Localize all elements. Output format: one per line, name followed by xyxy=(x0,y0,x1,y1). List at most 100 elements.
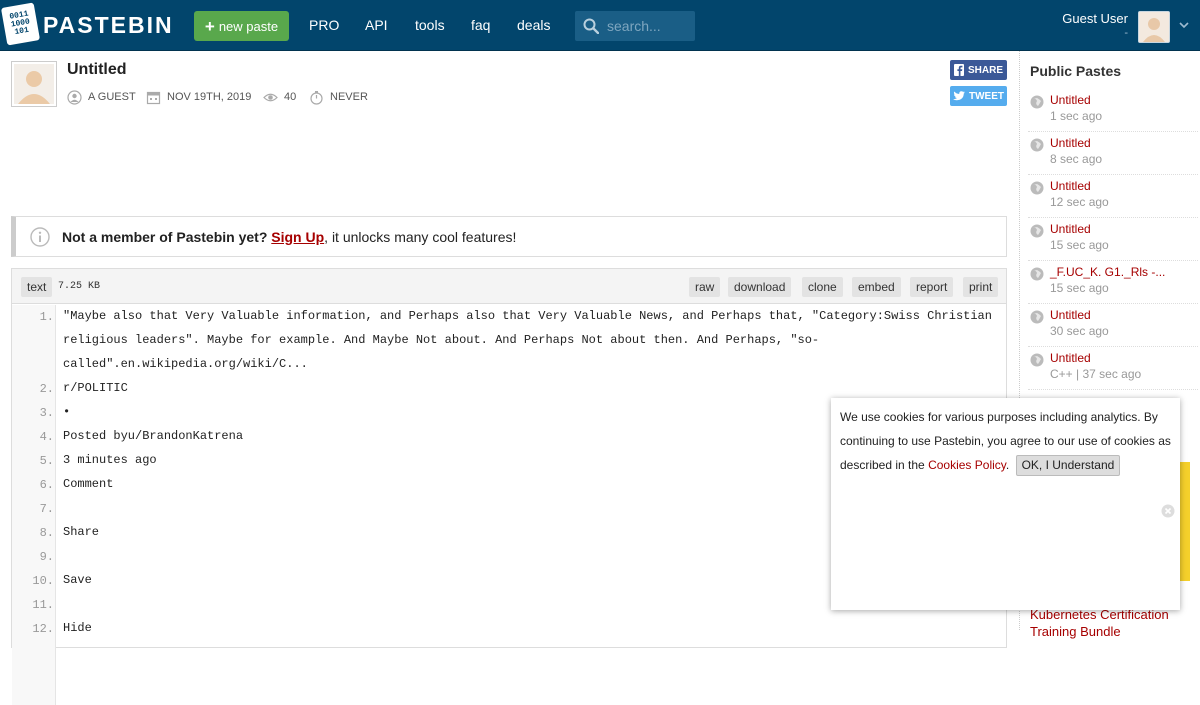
embed-button[interactable]: embed xyxy=(852,277,901,297)
code-line: "Maybe also that Very Valuable informati… xyxy=(63,309,1000,371)
close-icon[interactable] xyxy=(1161,504,1175,518)
public-paste-item[interactable]: Untitled 1 sec ago xyxy=(1028,89,1198,132)
user-icon xyxy=(67,89,82,105)
share-label: SHARE xyxy=(967,64,1003,76)
paste-name[interactable]: Untitled xyxy=(1050,93,1091,107)
code-line: r/POLITIC xyxy=(63,381,128,395)
brand-name[interactable]: PASTEBIN xyxy=(43,12,174,39)
globe-icon xyxy=(1030,267,1044,281)
paste-time: 15 sec ago xyxy=(1050,238,1109,252)
twitter-icon xyxy=(953,91,965,101)
top-bar: 0011 1000 101 PASTEBIN + new paste PRO A… xyxy=(0,0,1200,51)
code-toolbar: text 7.25 KB raw download clone embed re… xyxy=(12,269,1006,304)
globe-icon xyxy=(1030,353,1044,367)
line-number: 2. xyxy=(39,382,54,396)
new-paste-label: new paste xyxy=(218,18,279,34)
info-icon xyxy=(30,226,50,247)
paste-time: 30 sec ago xyxy=(1050,324,1109,338)
clone-button[interactable]: clone xyxy=(802,277,843,297)
date-text: NOV 19TH, 2019 xyxy=(167,91,252,103)
report-button[interactable]: report xyxy=(910,277,954,297)
raw-button[interactable]: raw xyxy=(689,277,721,297)
cookie-text-end: . xyxy=(1005,458,1010,472)
new-paste-button[interactable]: + new paste xyxy=(194,11,289,41)
author-name[interactable]: A GUEST xyxy=(88,91,136,103)
public-paste-item[interactable]: _F.UC_K. G1._Rls -... 15 sec ago xyxy=(1028,261,1198,304)
paste-time: 12 sec ago xyxy=(1050,195,1109,209)
search-icon[interactable] xyxy=(583,18,599,34)
line-number: 8. xyxy=(39,526,54,540)
paste-name[interactable]: _F.UC_K. G1._Rls -... xyxy=(1050,265,1165,279)
cookies-policy-link[interactable]: Cookies Policy xyxy=(928,458,1006,472)
line-number: 11. xyxy=(32,598,54,612)
syntax-language-tag[interactable]: text xyxy=(21,277,53,297)
paste-date: NOV 19TH, 2019 xyxy=(146,88,251,106)
public-paste-item[interactable]: Untitled C++ | 37 sec ago xyxy=(1028,347,1198,390)
public-paste-item[interactable]: Untitled 15 sec ago xyxy=(1028,218,1198,261)
paste-time: 8 sec ago xyxy=(1050,152,1103,166)
line-number: 7. xyxy=(39,502,54,516)
plus-icon: + xyxy=(204,16,215,36)
paste-name[interactable]: Untitled xyxy=(1050,351,1091,365)
paste-name[interactable]: Untitled xyxy=(1050,308,1091,322)
cookie-message: We use cookies for various purposes incl… xyxy=(840,405,1175,477)
facebook-icon xyxy=(953,64,964,76)
paste-author: A GUEST xyxy=(67,88,136,106)
line-number: 9. xyxy=(39,550,54,564)
user-name[interactable]: Guest User xyxy=(1062,11,1128,26)
expiry-text: NEVER xyxy=(330,91,368,103)
line-number: 3. xyxy=(39,406,54,420)
notice-lead: Not a member of Pastebin yet? xyxy=(62,228,268,245)
search-input[interactable] xyxy=(607,18,693,34)
signup-notice: Not a member of Pastebin yet? Sign Up, i… xyxy=(11,216,1007,257)
ad-link[interactable]: Kubernetes Certification Training Bundle xyxy=(1030,606,1200,640)
paste-time: 15 sec ago xyxy=(1050,281,1109,295)
public-paste-item[interactable]: Untitled 30 sec ago xyxy=(1028,304,1198,347)
paste-name[interactable]: Untitled xyxy=(1050,222,1091,236)
nav-faq[interactable]: faq xyxy=(471,17,490,33)
paste-name[interactable]: Untitled xyxy=(1050,179,1091,193)
paste-time: C++ | 37 sec ago xyxy=(1050,367,1142,381)
views-count: 40 xyxy=(284,91,297,103)
paste-views: 40 xyxy=(263,88,296,106)
search-box xyxy=(575,11,695,41)
line-number: 12. xyxy=(32,622,54,636)
globe-icon xyxy=(1030,224,1044,238)
paste-time: 1 sec ago xyxy=(1050,109,1103,123)
chevron-down-icon[interactable] xyxy=(1178,19,1190,31)
tweet-button[interactable]: TWEET xyxy=(950,86,1007,106)
cookie-consent-popup: We use cookies for various purposes incl… xyxy=(831,398,1180,610)
facebook-share-button[interactable]: SHARE xyxy=(950,60,1007,80)
logo-digits-row-3: 101 xyxy=(13,25,30,38)
sign-up-link[interactable]: Sign Up xyxy=(271,229,324,245)
calendar-icon xyxy=(146,91,161,104)
nav-deals[interactable]: deals xyxy=(517,17,550,33)
globe-icon xyxy=(1030,138,1044,152)
line-number: 4. xyxy=(39,430,54,444)
paste-size: 7.25 KB xyxy=(58,281,101,292)
line-number: 10. xyxy=(32,574,54,588)
paste-expiry: NEVER xyxy=(309,88,368,106)
download-button[interactable]: download xyxy=(728,277,792,297)
pastebin-logo-icon[interactable]: 0011 1000 101 xyxy=(0,2,41,46)
sidebar-title: Public Pastes xyxy=(1030,63,1122,79)
public-paste-item[interactable]: Untitled 8 sec ago xyxy=(1028,132,1198,175)
cookie-accept-button[interactable]: OK, I Understand xyxy=(1015,455,1121,476)
line-number: 6. xyxy=(39,478,54,492)
globe-icon xyxy=(1030,181,1044,195)
nav-api[interactable]: API xyxy=(365,17,388,33)
stopwatch-icon xyxy=(310,90,323,105)
user-avatar[interactable] xyxy=(1138,11,1170,43)
nav-pro[interactable]: PRO xyxy=(309,17,339,33)
print-button[interactable]: print xyxy=(963,277,999,297)
public-paste-item[interactable]: Untitled 12 sec ago xyxy=(1028,175,1198,218)
tweet-label: TWEET xyxy=(969,90,1004,102)
line-number: 1. xyxy=(39,310,54,324)
notice-tail: , it unlocks many cool features! xyxy=(324,228,517,245)
line-number: 5. xyxy=(39,454,54,468)
paste-title: Untitled xyxy=(67,61,127,78)
paste-name[interactable]: Untitled xyxy=(1050,136,1091,150)
nav-tools[interactable]: tools xyxy=(415,17,445,33)
guest-avatar-icon xyxy=(14,64,54,104)
user-subtitle: - xyxy=(1124,27,1128,39)
